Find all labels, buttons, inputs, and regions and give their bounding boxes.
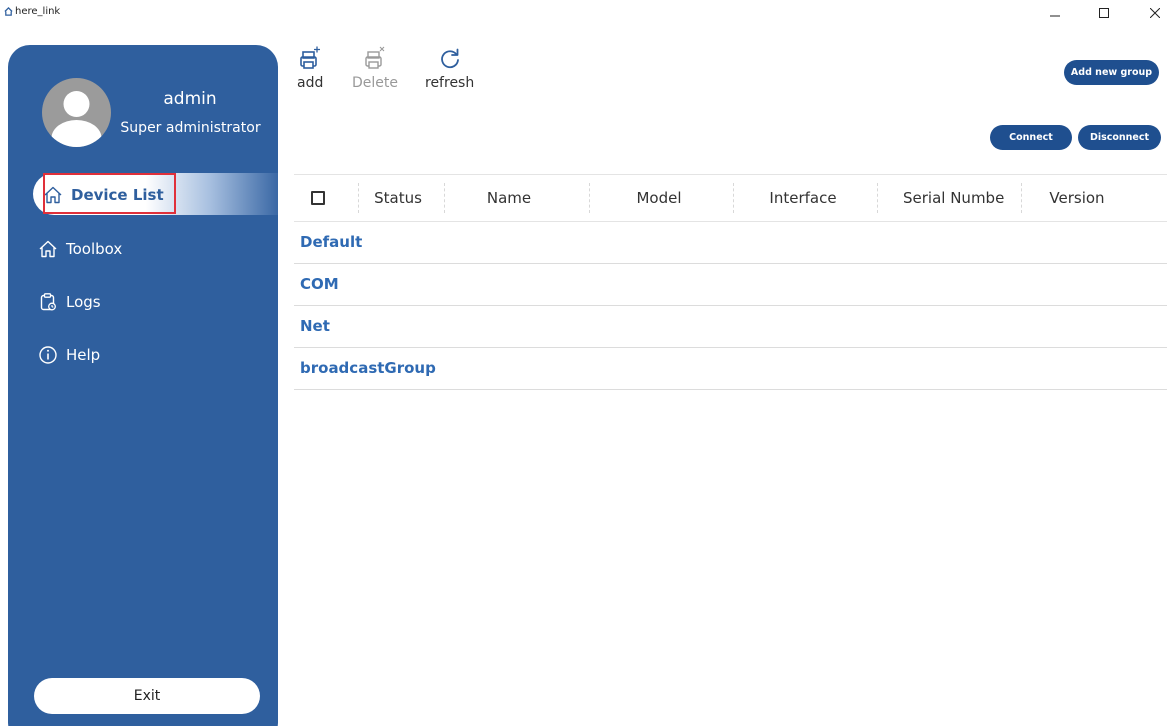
title-bar: here_link <box>0 0 1167 28</box>
add-printer-icon <box>297 45 323 73</box>
user-role: Super administrator <box>120 120 261 136</box>
add-button[interactable]: add <box>297 45 323 91</box>
user-name: admin <box>163 89 217 109</box>
column-header-version[interactable]: Version <box>1021 175 1133 221</box>
home-icon <box>38 239 58 259</box>
sidebar-item-help[interactable]: Help <box>38 334 100 376</box>
group-label: broadcastGroup <box>300 359 436 377</box>
avatar <box>42 78 111 147</box>
table-header: Status Name Model Interface Serial Numbe… <box>294 174 1167 222</box>
delete-button[interactable]: Delete <box>352 45 398 91</box>
group-row-broadcastgroup[interactable]: broadcastGroup <box>294 348 1167 390</box>
exit-button[interactable]: Exit <box>34 678 260 714</box>
select-all-checkbox[interactable] <box>311 191 325 205</box>
column-header-interface[interactable]: Interface <box>733 175 873 221</box>
sidebar-item-toolbox[interactable]: Toolbox <box>38 228 122 270</box>
column-header-serial-number[interactable]: Serial Numbe <box>877 175 1017 221</box>
column-header-name[interactable]: Name <box>444 175 574 221</box>
minimize-button[interactable] <box>1040 2 1070 24</box>
add-label: add <box>297 75 324 91</box>
delete-printer-icon <box>362 45 388 73</box>
column-header-model[interactable]: Model <box>589 175 729 221</box>
disconnect-button[interactable]: Disconnect <box>1078 125 1161 150</box>
add-new-group-button[interactable]: Add new group <box>1064 60 1159 85</box>
sidebar: admin Super administrator Device List To… <box>8 45 278 726</box>
user-avatar-icon <box>51 91 102 147</box>
group-label: Default <box>300 233 363 251</box>
refresh-label: refresh <box>425 75 475 91</box>
window-title: here_link <box>15 6 61 17</box>
refresh-icon <box>437 45 463 73</box>
close-icon <box>1150 8 1160 18</box>
maximize-icon <box>1099 8 1109 18</box>
minimize-icon <box>1050 15 1060 17</box>
delete-label: Delete <box>352 75 398 91</box>
refresh-button[interactable]: refresh <box>425 45 474 91</box>
app-icon <box>4 7 13 16</box>
column-header-status[interactable]: Status <box>358 175 438 221</box>
close-button[interactable] <box>1140 2 1167 24</box>
clipboard-icon <box>38 292 58 312</box>
maximize-button[interactable] <box>1089 2 1119 24</box>
group-row-net[interactable]: Net <box>294 306 1167 348</box>
sidebar-item-label: Help <box>66 346 101 364</box>
annotation-highlight-box <box>43 173 176 214</box>
sidebar-item-label: Logs <box>66 293 101 311</box>
group-row-com[interactable]: COM <box>294 264 1167 306</box>
sidebar-item-label: Toolbox <box>66 240 123 258</box>
connect-button[interactable]: Connect <box>990 125 1072 150</box>
group-row-default[interactable]: Default <box>294 222 1167 264</box>
group-label: COM <box>300 275 339 293</box>
info-icon <box>38 345 58 365</box>
sidebar-item-logs[interactable]: Logs <box>38 281 101 323</box>
group-label: Net <box>300 317 330 335</box>
